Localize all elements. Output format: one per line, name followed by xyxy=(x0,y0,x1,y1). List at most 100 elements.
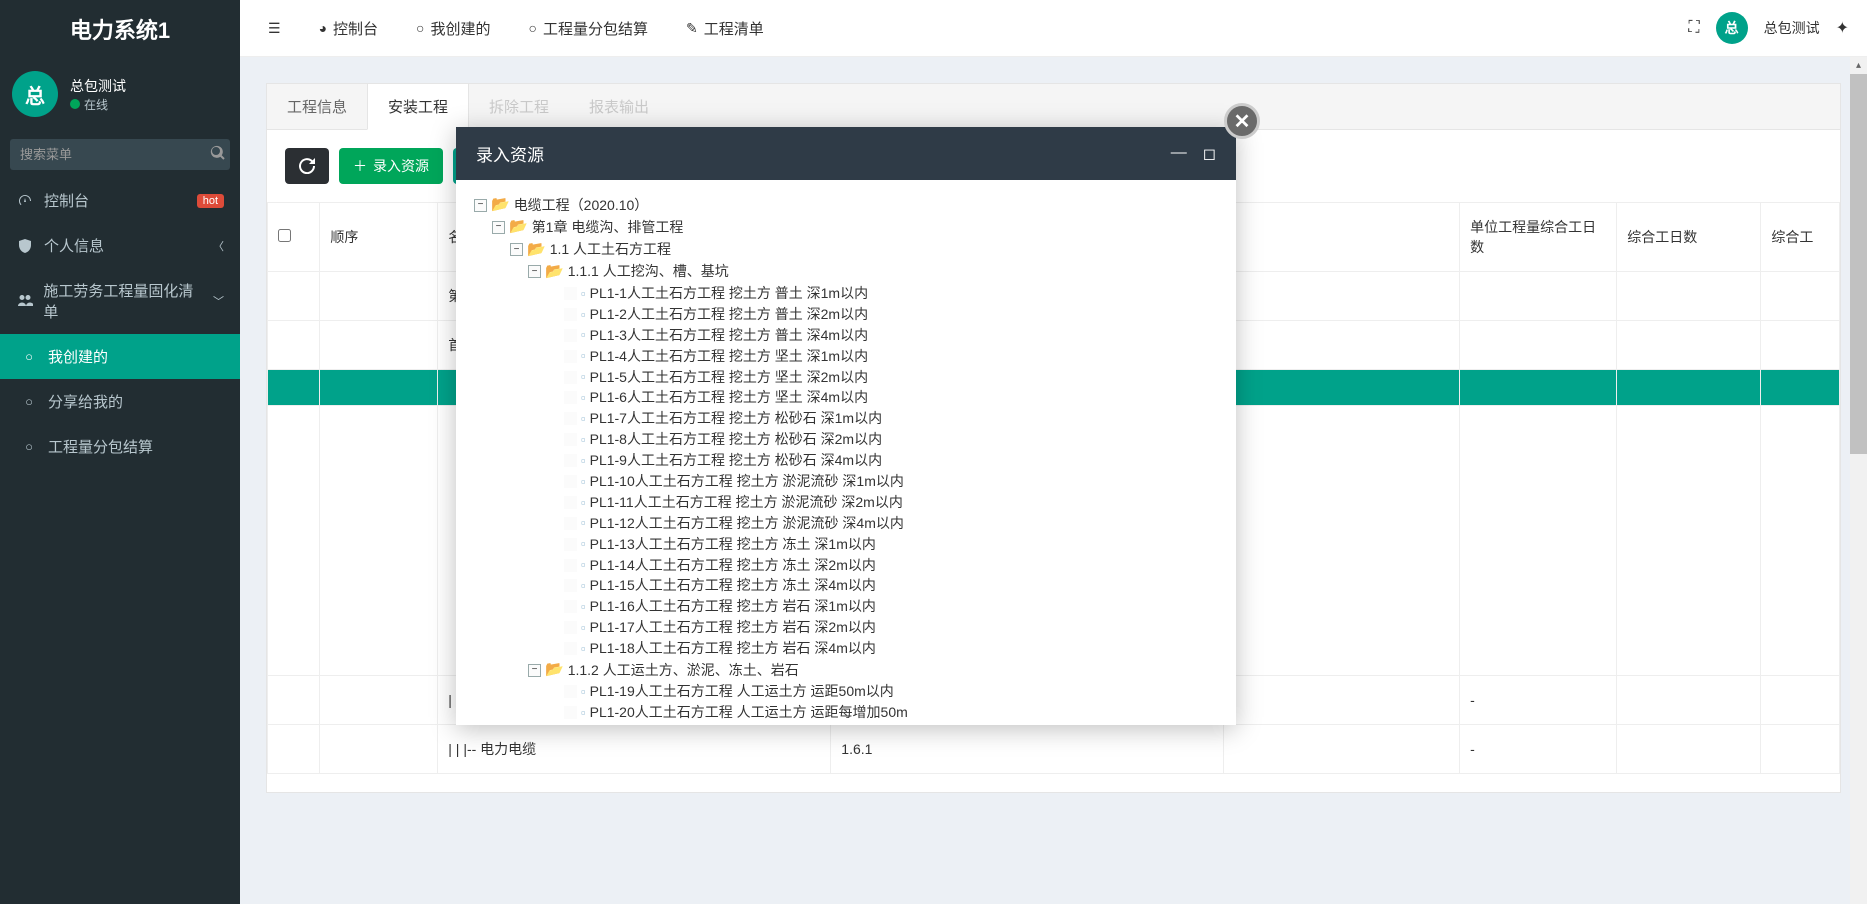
tree-leaf[interactable]: ▫PL1-9人工土石方工程 挖土方 松砂石 深4m以内 xyxy=(564,450,1218,471)
collapse-icon[interactable]: − xyxy=(528,265,541,278)
file-icon: ▫ xyxy=(581,431,586,449)
file-icon: ▫ xyxy=(581,640,586,658)
input-resource-button[interactable]: ＋录入资源 xyxy=(339,148,443,184)
tree-leaf[interactable]: ▫PL1-4人工土石方工程 挖土方 坚土 深1m以内 xyxy=(564,346,1218,367)
sidebar-item-profile[interactable]: 个人信息 〈 xyxy=(0,223,240,268)
tree-leaf[interactable]: ▫PL1-5人工土石方工程 挖土方 坚土 深2m以内 xyxy=(564,367,1218,388)
tree-leaf-label: PL1-1人工土石方工程 挖土方 普土 深1m以内 xyxy=(590,284,868,303)
maximize-button[interactable]: ◻ xyxy=(1203,144,1216,164)
gear-icon[interactable]: ✦ xyxy=(1836,18,1849,38)
scroll-up-icon[interactable]: ▴ xyxy=(1850,57,1867,74)
folder-open-icon: 📂 xyxy=(491,195,510,215)
main-scrollbar[interactable]: ▴ xyxy=(1850,57,1867,904)
modal-close-button[interactable]: ✕ xyxy=(1224,103,1260,139)
tree-node-112[interactable]: −📂1.1.2 人工运土方、淤泥、冻土、岩石 xyxy=(528,659,1218,681)
tree-node-chapter[interactable]: −📂第1章 电缆沟、排管工程 xyxy=(492,216,1218,238)
refresh-button[interactable] xyxy=(285,148,329,184)
collapse-icon[interactable]: − xyxy=(474,199,487,212)
circle-icon xyxy=(20,439,38,454)
tree-node-111[interactable]: −📂1.1.1 人工挖沟、槽、基坑 xyxy=(528,261,1218,283)
file-icon: ▫ xyxy=(581,326,586,344)
file-icon: ▫ xyxy=(581,514,586,532)
tree-leaf[interactable]: ▫PL1-21人工土石方工程 人工运淤泥 运距20m以内 xyxy=(564,723,1218,725)
main: ☰ ◕控制台 ○我创建的 ○工程量分包结算 ✎工程清单 ⛶ 总 总包测试 ✦ 工… xyxy=(240,0,1867,904)
tree-leaf[interactable]: ▫PL1-10人工土石方工程 挖土方 淤泥流砂 深1m以内 xyxy=(564,471,1218,492)
tree-node-root[interactable]: −📂电缆工程（2020.10） xyxy=(474,194,1218,216)
panel-tabs: 工程信息 安装工程 拆除工程 报表输出 xyxy=(267,84,1840,130)
status-dot-icon xyxy=(70,99,80,109)
tree-leaf[interactable]: ▫PL1-17人工土石方工程 挖土方 岩石 深2m以内 xyxy=(564,617,1218,638)
file-icon: ▫ xyxy=(581,306,586,324)
chevron-down-icon: ﹀ xyxy=(213,293,224,309)
tree-leaf[interactable]: ▫PL1-6人工土石方工程 挖土方 坚土 深4m以内 xyxy=(564,387,1218,408)
sidebar-item-labor[interactable]: 施工劳务工程量固化清单 ﹀ xyxy=(0,268,240,334)
collapse-icon[interactable]: − xyxy=(492,221,505,234)
panel-tab-report[interactable]: 报表输出 xyxy=(569,84,669,129)
panel-tab-info[interactable]: 工程信息 xyxy=(267,84,367,129)
collapse-icon[interactable]: − xyxy=(510,243,523,256)
tab-created-by-me[interactable]: ○我创建的 xyxy=(406,10,500,47)
col-blank xyxy=(1224,203,1460,272)
sidebar-item-console[interactable]: 控制台 hot xyxy=(0,178,240,223)
tree-leaf[interactable]: ▫PL1-12人工土石方工程 挖土方 淤泥流砂 深4m以内 xyxy=(564,513,1218,534)
tree-leaf[interactable]: ▫PL1-14人工土石方工程 挖土方 冻土 深2m以内 xyxy=(564,555,1218,576)
tree-leaf-label: PL1-3人工土石方工程 挖土方 普土 深4m以内 xyxy=(590,326,868,345)
search-input[interactable] xyxy=(10,139,206,170)
tree-leaf-label: PL1-13人工土石方工程 挖土方 冻土 深1m以内 xyxy=(590,535,876,554)
expand-icon[interactable]: ⛶ xyxy=(1688,19,1699,37)
tree-leaf-label: PL1-12人工土石方工程 挖土方 淤泥流砂 深4m以内 xyxy=(590,514,904,533)
tab-console[interactable]: ◕控制台 xyxy=(309,10,388,47)
tab-settlement[interactable]: ○工程量分包结算 xyxy=(519,10,658,47)
tree-leaf[interactable]: ▫PL1-7人工土石方工程 挖土方 松砂石 深1m以内 xyxy=(564,408,1218,429)
file-icon: ▫ xyxy=(581,285,586,303)
minimize-button[interactable]: — xyxy=(1171,144,1187,164)
folder-open-icon: 📂 xyxy=(527,240,546,260)
collapse-icon[interactable]: − xyxy=(528,664,541,677)
tree-leaf[interactable]: ▫PL1-3人工土石方工程 挖土方 普土 深4m以内 xyxy=(564,325,1218,346)
panel-tab-install[interactable]: 安装工程 xyxy=(367,84,469,130)
tree-leaf-label: PL1-8人工土石方工程 挖土方 松砂石 深2m以内 xyxy=(590,430,882,449)
user-avatar[interactable]: 总 xyxy=(12,71,58,117)
file-icon: ▫ xyxy=(581,347,586,365)
scrollbar-thumb[interactable] xyxy=(1850,74,1867,454)
tree-leaf-label: PL1-16人工土石方工程 挖土方 岩石 深1m以内 xyxy=(590,597,876,616)
table-row[interactable]: | | |-- 电力电缆 1.6.1 - xyxy=(268,725,1840,774)
sidebar-item-shared-with-me[interactable]: 分享给我的 xyxy=(0,379,240,424)
tab-engineering-list[interactable]: ✎工程清单 xyxy=(676,10,774,47)
modal-body[interactable]: −📂电缆工程（2020.10） −📂第1章 电缆沟、排管工程 −📂1.1 人工土… xyxy=(456,180,1236,725)
tree-leaf[interactable]: ▫PL1-19人工土石方工程 人工运土方 运距50m以内 xyxy=(564,681,1218,702)
tree-leaf[interactable]: ▫PL1-11人工土石方工程 挖土方 淤泥流砂 深2m以内 xyxy=(564,492,1218,513)
topbar-menu-toggle[interactable]: ☰ xyxy=(258,12,291,45)
tree-node-section[interactable]: −📂1.1 人工土石方工程 xyxy=(510,239,1218,261)
tree-leaf-label: PL1-11人工土石方工程 挖土方 淤泥流砂 深2m以内 xyxy=(590,493,903,512)
tree-leaf-label: PL1-14人工土石方工程 挖土方 冻土 深2m以内 xyxy=(590,556,876,575)
dashboard-icon xyxy=(16,193,34,209)
panel-tab-remove[interactable]: 拆除工程 xyxy=(469,84,569,129)
col-total: 综合工 xyxy=(1761,203,1840,272)
select-all-checkbox[interactable] xyxy=(278,229,291,242)
tree-leaf[interactable]: ▫PL1-20人工土石方工程 人工运土方 运距每增加50m xyxy=(564,702,1218,723)
file-icon: ▫ xyxy=(581,619,586,637)
col-unit-days: 单位工程量综合工日数 xyxy=(1460,203,1617,272)
pencil-icon: ✎ xyxy=(686,20,698,37)
tree-leaf[interactable]: ▫PL1-16人工土石方工程 挖土方 岩石 深1m以内 xyxy=(564,596,1218,617)
sidebar-item-created-by-me[interactable]: 我创建的 xyxy=(0,334,240,379)
tree-leaf[interactable]: ▫PL1-1人工土石方工程 挖土方 普土 深1m以内 xyxy=(564,283,1218,304)
tree-leaf[interactable]: ▫PL1-15人工土石方工程 挖土方 冻土 深4m以内 xyxy=(564,575,1218,596)
circle-icon: ○ xyxy=(529,20,537,36)
hot-badge: hot xyxy=(197,194,224,208)
circle-icon xyxy=(20,394,38,409)
tree-leaf[interactable]: ▫PL1-2人工土石方工程 挖土方 普土 深2m以内 xyxy=(564,304,1218,325)
tree-leaf[interactable]: ▫PL1-18人工土石方工程 挖土方 岩石 深4m以内 xyxy=(564,638,1218,659)
sidebar-nav: 控制台 hot 个人信息 〈 施工劳务工程量固化清单 ﹀ 我创建的 xyxy=(0,178,240,469)
sidebar-item-settlement[interactable]: 工程量分包结算 xyxy=(0,424,240,469)
topbar-username[interactable]: 总包测试 xyxy=(1764,18,1820,38)
tree-leaf[interactable]: ▫PL1-8人工土石方工程 挖土方 松砂石 深2m以内 xyxy=(564,429,1218,450)
tree-leaf[interactable]: ▫PL1-13人工土石方工程 挖土方 冻土 深1m以内 xyxy=(564,534,1218,555)
row-val: - xyxy=(1460,725,1617,774)
search-button[interactable] xyxy=(206,139,230,170)
sidebar-item-label: 个人信息 xyxy=(44,235,104,256)
modal-header[interactable]: 录入资源 — ◻ xyxy=(456,127,1236,180)
topbar-avatar[interactable]: 总 xyxy=(1716,12,1748,44)
circle-icon xyxy=(20,349,38,364)
